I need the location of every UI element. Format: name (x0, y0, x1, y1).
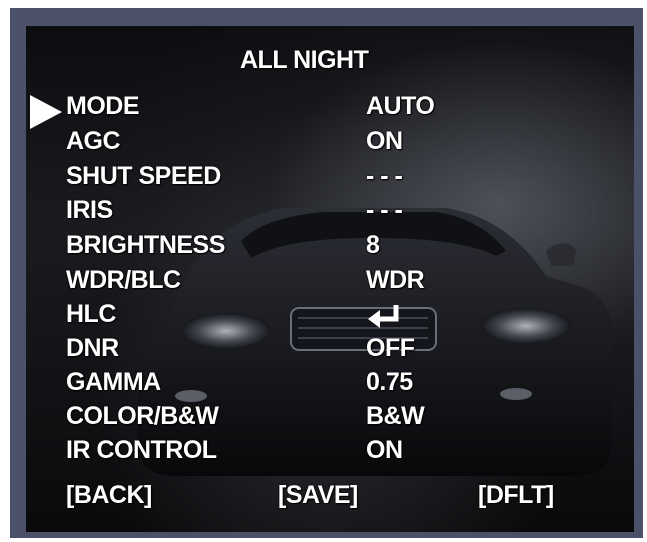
menu-item-label: HLC (66, 300, 116, 328)
back-button[interactable]: [BACK] (66, 481, 152, 510)
menu-item-label: IRIS (66, 196, 113, 224)
menu-item-value[interactable]: WDR (366, 266, 425, 295)
menu-item-brightness[interactable]: BRIGHTNESS 8 (26, 231, 634, 265)
menu-item-label: DNR (66, 334, 119, 362)
menu-item-label: BRIGHTNESS (66, 231, 225, 259)
menu-item-label: GAMMA (66, 368, 161, 396)
menu-title: ALL NIGHT (240, 46, 369, 74)
menu-item-color-bw[interactable]: COLOR/B&W B&W (26, 402, 634, 436)
menu-item-value[interactable]: B&W (366, 402, 425, 431)
enter-icon[interactable] (366, 302, 406, 330)
menu-item-wdr-blc[interactable]: WDR/BLC WDR (26, 266, 634, 300)
menu-item-ir-control[interactable]: IR CONTROL ON (26, 436, 634, 470)
menu-item-label: MODE (66, 92, 140, 120)
save-button[interactable]: [SAVE] (278, 481, 358, 510)
menu-item-value[interactable]: ON (366, 127, 403, 156)
selection-arrow-icon (30, 95, 62, 129)
menu-item-shut-speed[interactable]: SHUT SPEED - - - (26, 162, 634, 196)
menu-item-label: IR CONTROL (66, 436, 217, 464)
menu-item-dnr[interactable]: DNR OFF (26, 334, 634, 368)
menu-item-label: COLOR/B&W (66, 402, 219, 430)
menu-item-value[interactable]: AUTO (366, 92, 435, 121)
menu-item-label: AGC (66, 127, 121, 155)
menu-item-hlc[interactable]: HLC (26, 300, 634, 334)
default-button[interactable]: [DFLT] (478, 481, 554, 510)
menu-item-label: WDR/BLC (66, 266, 181, 294)
menu-item-gamma[interactable]: GAMMA 0.75 (26, 368, 634, 402)
menu-item-value[interactable]: - - - (366, 162, 403, 191)
menu-item-mode[interactable]: MODE AUTO (26, 92, 634, 129)
menu-item-value[interactable]: ON (366, 436, 403, 465)
menu-item-value[interactable]: - - - (366, 196, 403, 225)
menu-item-value[interactable]: OFF (366, 334, 415, 363)
menu-item-value[interactable]: 8 (366, 231, 380, 260)
menu-item-agc[interactable]: AGC ON (26, 127, 634, 161)
menu-item-value[interactable]: 0.75 (366, 368, 413, 397)
monitor-frame: ALL NIGHT MODE AUTO AGC ON SHUT SPEED - … (10, 8, 643, 538)
menu-item-iris[interactable]: IRIS - - - (26, 196, 634, 230)
osd-screen: ALL NIGHT MODE AUTO AGC ON SHUT SPEED - … (26, 26, 634, 532)
menu-item-label: SHUT SPEED (66, 162, 221, 190)
